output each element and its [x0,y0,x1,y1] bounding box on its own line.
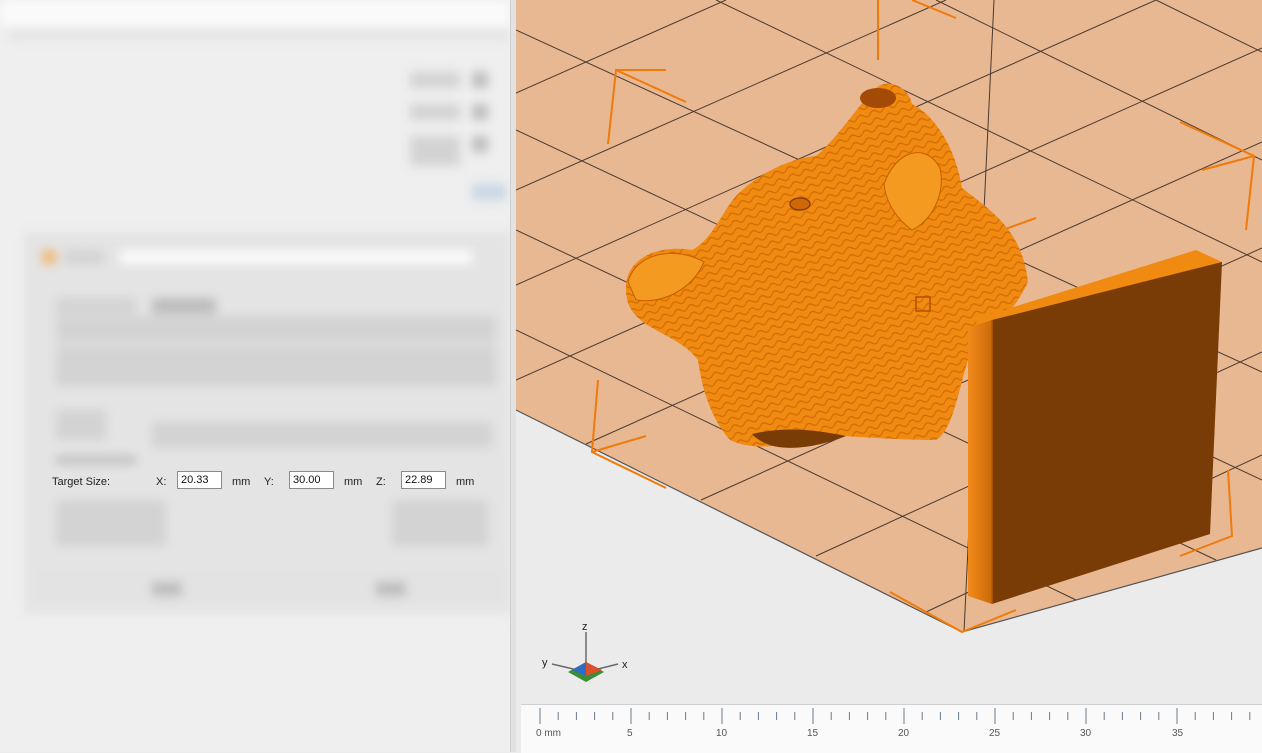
dialog-footer [38,570,508,600]
panel-button [472,72,488,88]
row-label [152,298,216,314]
panel-field [410,104,460,120]
option-button [392,500,488,546]
horizontal-ruler: 0 mm 5 10 15 20 25 30 35 [521,704,1262,753]
axis-gizmo: z x y [542,621,628,682]
3d-viewport[interactable]: z x y [516,0,1262,752]
panel-divider [10,30,508,40]
dialog-title [64,250,104,264]
scene-canvas[interactable]: z x y [516,0,1262,704]
ruler-label-35: 35 [1172,728,1184,739]
footer-item [152,582,182,596]
panel-field [410,72,460,88]
target-size-y-input[interactable] [289,471,334,489]
target-size-row: Target Size: X: mm Y: mm Z: mm [34,466,506,500]
panel-button [472,136,488,152]
ruler-label-15: 15 [807,728,819,739]
ruler-label-20: 20 [898,728,910,739]
y-label: Y: [264,476,274,488]
row-fields [152,422,492,448]
y-unit: mm [344,476,363,488]
target-size-x-input[interactable] [177,471,222,489]
x-label: X: [156,476,167,488]
row-label [56,298,136,314]
option-label [56,500,166,546]
ruler-label-25: 25 [989,728,1001,739]
panel-field [410,136,460,166]
gizmo-z-label: z [582,621,588,633]
panel-apply-button [472,184,506,200]
dialog-title-field [120,250,472,264]
z-label: Z: [376,476,386,488]
left-panel: Target Size: X: mm Y: mm Z: mm [0,0,512,752]
row-fields [56,346,496,386]
ruler-label-30: 30 [1080,728,1092,739]
z-unit: mm [456,476,475,488]
scale-dialog [24,232,512,614]
dialog-icon [42,250,56,264]
footer-item [376,582,406,596]
target-size-label: Target Size: [52,476,111,488]
target-size-z-input[interactable] [401,471,446,489]
row-label [56,456,136,464]
ruler-label-10: 10 [716,728,728,739]
ruler-zero-label: 0 mm [536,728,561,739]
ruler-label-5: 5 [627,728,633,739]
gizmo-y-label: y [542,657,548,669]
row-label [56,410,106,440]
panel-header [0,0,510,26]
row-fields [56,316,496,342]
gizmo-x-label: x [622,659,628,671]
panel-button [472,104,488,120]
x-unit: mm [232,476,251,488]
